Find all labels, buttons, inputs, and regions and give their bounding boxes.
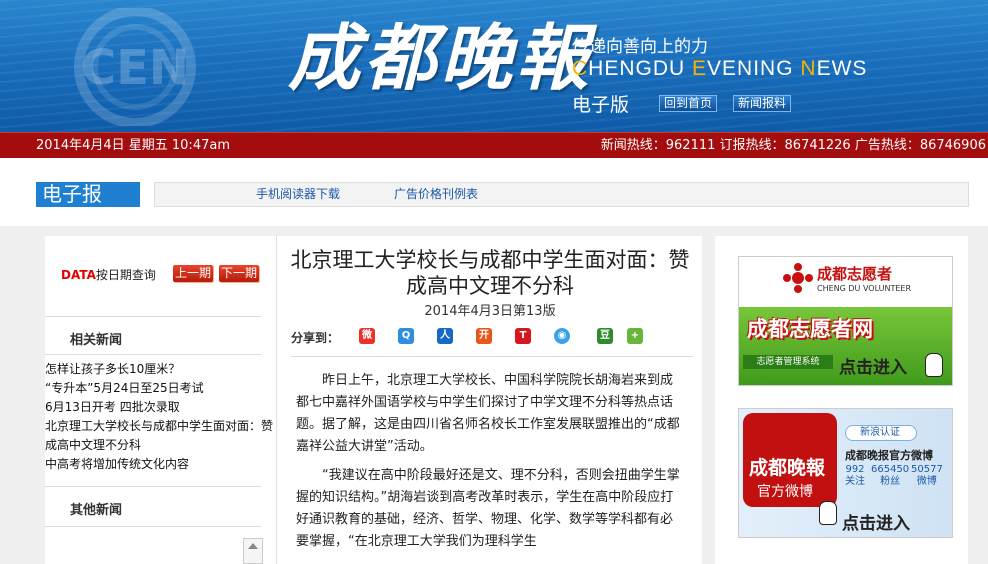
volunteer-site-title: 成都志愿者网: [747, 317, 873, 341]
mobile-reader-download-link[interactable]: 手机阅读器下载: [256, 183, 340, 206]
more-share-icon[interactable]: +: [627, 328, 643, 344]
home-button[interactable]: 回到首页: [659, 95, 718, 112]
nav-strip: 电子报 手机阅读器下载 广告价格刊例表: [0, 158, 988, 226]
cen-logo-icon: CEN: [74, 8, 196, 126]
divider: [45, 354, 261, 355]
info-bar: 2014年4月4日 星期五 10:47am 新闻热线：962111 订报热线：8…: [0, 132, 988, 158]
tencent-weibo-icon[interactable]: T: [515, 328, 531, 344]
divider: [45, 486, 261, 487]
related-news-title: 相关新闻: [70, 333, 123, 348]
ad-price-list-link[interactable]: 广告价格刊例表: [394, 183, 478, 206]
pointer-hand-icon: [925, 353, 943, 377]
douban-circle-icon[interactable]: ◉: [554, 328, 570, 344]
scroll-up-icon[interactable]: [248, 543, 258, 549]
share-bar: 分享到： 微 Q 人 开 T ◉ 豆 +: [291, 327, 693, 357]
qzone-icon[interactable]: Q: [398, 328, 414, 344]
left-sidebar: DATA按日期查询 上一期 下一期 相关新闻 怎样让孩子多长10厘米？ “专升本…: [45, 236, 276, 564]
weibo-stat: 992 关注: [845, 464, 865, 487]
news-link[interactable]: 怎样让孩子多长10厘米？: [45, 362, 180, 376]
kaixin-icon[interactable]: 开: [476, 328, 492, 344]
next-issue-button[interactable]: 下一期: [219, 265, 259, 282]
other-news-title: 其他新闻: [70, 503, 123, 518]
news-link[interactable]: 北京理工大学校长与成都中学生面对面：赞成高中文理不分科: [45, 419, 273, 452]
date-query: DATA按日期查询: [61, 268, 156, 282]
weibo-account-name: 成都晚报官方微博: [845, 449, 933, 462]
article-body: 昨日上午，北京理工大学校长、中国科学院院长胡海岩来到成都七中嘉祥外国语学校与中学…: [296, 370, 680, 560]
divider: [45, 526, 261, 527]
list-item: 中高考将增加传统文化内容: [45, 455, 276, 474]
enter-label: 点击进入: [839, 358, 907, 378]
brand-english: CHENGDU EVENING NEWS: [572, 57, 868, 80]
news-report-button[interactable]: 新闻报料: [733, 95, 792, 112]
article: 北京理工大学校长与成都中学生面对面：赞成高中文理不分科 2014年4月3日第13…: [276, 236, 702, 564]
article-paragraph: “我建议在高中阶段最好还是文、理不分科，否则会扭曲学生掌握的知识结构。”胡海岩谈…: [296, 468, 680, 549]
volunteer-ad[interactable]: 成都志愿者 CHENG DU VOLUNTEER 成都志愿者网 志愿者管理系统 …: [738, 256, 953, 386]
weibo-logo-title: 成都晚報: [749, 457, 826, 479]
renren-icon[interactable]: 人: [437, 328, 453, 344]
article-title: 北京理工大学校长与成都中学生面对面：赞成高中文理不分科: [290, 248, 690, 298]
weibo-logo: 成都晚報 官方微博: [743, 413, 837, 507]
list-item: 怎样让孩子多长10厘米？: [45, 360, 276, 379]
nav-links: 手机阅读器下载 广告价格刊例表: [154, 182, 969, 207]
share-label: 分享到：: [291, 331, 340, 345]
list-item: 6月13日开考 四批次录取: [45, 398, 276, 417]
weibo-logo-sub: 官方微博: [757, 484, 813, 500]
brand-title: 成都晚報: [288, 15, 593, 100]
douban-icon[interactable]: 豆: [597, 328, 613, 344]
weibo-icon[interactable]: 微: [359, 328, 375, 344]
current-date: 2014年4月4日 星期五 10:47am: [36, 138, 230, 153]
divider: [45, 316, 261, 317]
related-news-list: 怎样让孩子多长10厘米？ “专升本”5月24日至25日考试 6月13日开考 四批…: [45, 360, 276, 474]
right-sidebar: 成都志愿者 CHENG DU VOLUNTEER 成都志愿者网 志愿者管理系统 …: [715, 236, 968, 564]
weibo-ad[interactable]: 成都晚報 官方微博 新浪认证 成都晚报官方微博 992 关注 665450 粉丝 5…: [738, 408, 953, 538]
news-link[interactable]: 中高考将增加传统文化内容: [45, 457, 189, 471]
prev-issue-button[interactable]: 上一期: [173, 265, 213, 282]
sina-verify-badge: 新浪认证: [845, 425, 917, 441]
volunteer-logo-icon: [783, 263, 813, 293]
header-banner: CEN 成都晚報 传递向善向上的力 CHENGDU EVENING NEWS 电…: [0, 0, 988, 132]
volunteer-sub: CHENG DU VOLUNTEER: [817, 284, 912, 293]
volunteer-system-label: 志愿者管理系统: [743, 355, 833, 369]
enter-label: 点击进入: [842, 514, 910, 534]
list-item: “专升本”5月24日至25日考试: [45, 379, 276, 398]
edition-label: 电子版: [572, 94, 630, 116]
pointer-hand-icon: [819, 501, 837, 525]
weibo-stat: 50577 微博: [911, 464, 943, 487]
hotlines: 新闻热线：962111 订报热线：86741226 广告热线：86746906: [600, 138, 986, 153]
news-link[interactable]: “专升本”5月24日至25日考试: [45, 381, 204, 395]
weibo-stat: 665450 粉丝: [871, 464, 910, 487]
news-link[interactable]: 6月13日开考 四批次录取: [45, 400, 180, 414]
scrollbar[interactable]: [243, 538, 263, 564]
article-date: 2014年4月3日第13版: [424, 304, 556, 319]
section-label: 电子报: [36, 182, 140, 207]
list-item: 北京理工大学校长与成都中学生面对面：赞成高中文理不分科: [45, 417, 276, 455]
article-paragraph: 昨日上午，北京理工大学校长、中国科学院院长胡海岩来到成都七中嘉祥外国语学校与中学…: [296, 373, 680, 454]
volunteer-brand: 成都志愿者: [817, 265, 893, 283]
cen-logo-text: CEN: [81, 40, 189, 96]
slogan: 传递向善向上的力: [572, 37, 708, 57]
